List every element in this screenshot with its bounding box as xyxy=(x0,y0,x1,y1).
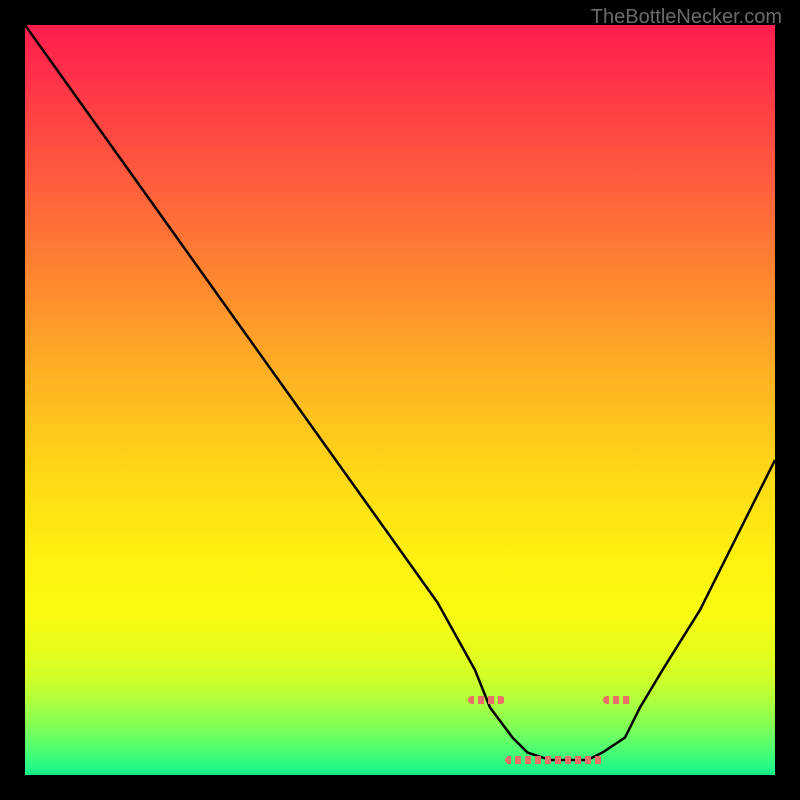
bottleneck-curve xyxy=(25,25,775,760)
curve-svg xyxy=(25,25,775,775)
marker-right xyxy=(603,696,633,704)
watermark-text: TheBottleNecker.com xyxy=(591,6,782,29)
plot-area xyxy=(25,25,775,775)
marker-left xyxy=(468,696,506,704)
marker-optimal-band xyxy=(505,756,603,764)
